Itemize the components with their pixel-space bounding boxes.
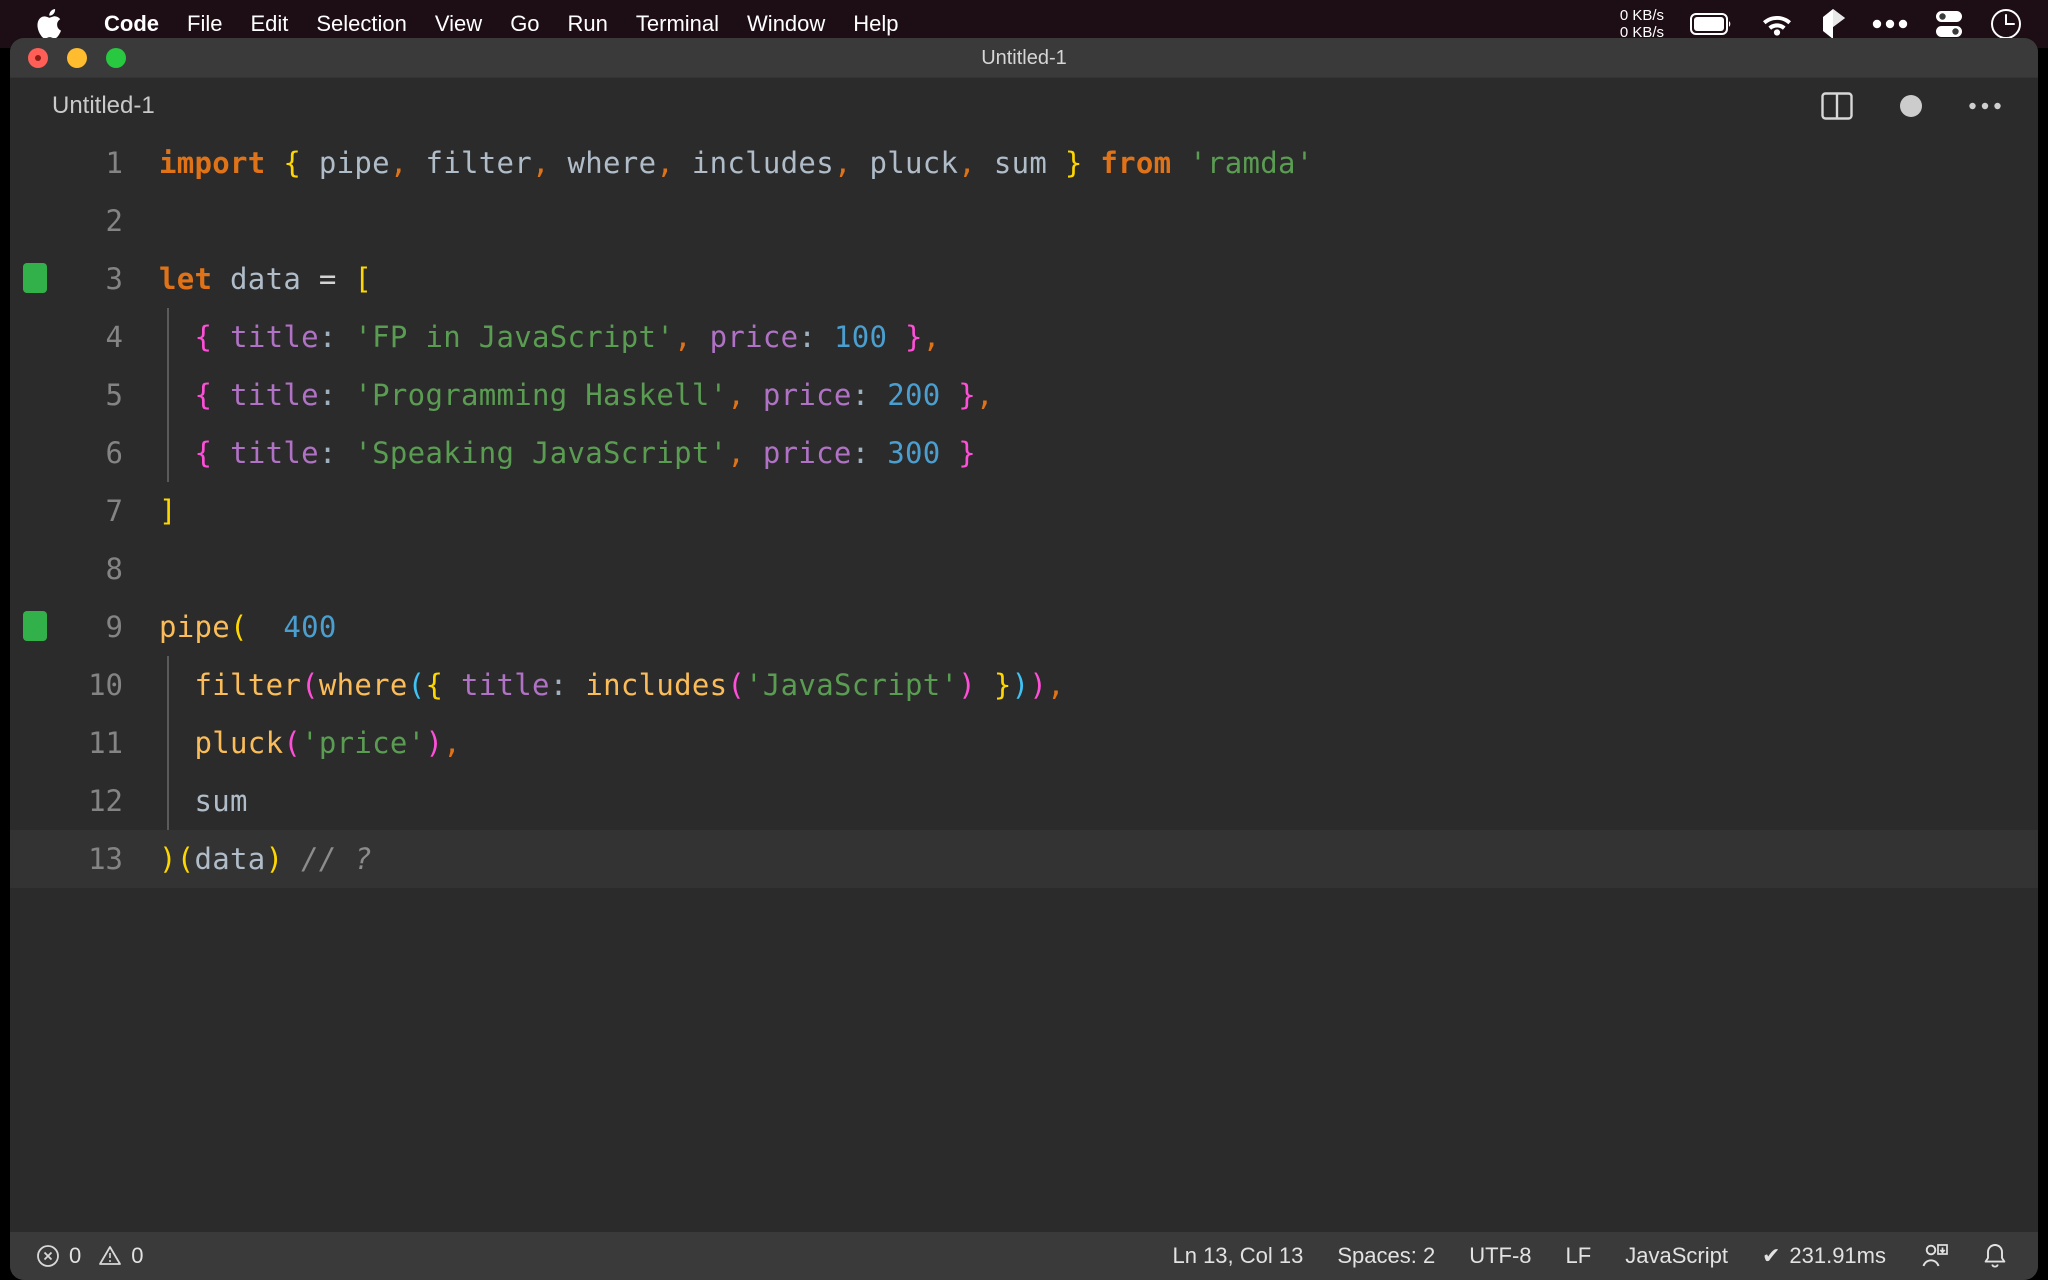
indent-guide [167, 366, 169, 424]
editor-tab-untitled-1[interactable]: Untitled-1 [10, 78, 185, 134]
code-line-4[interactable]: 4 { title: 'FP in JavaScript', price: 10… [10, 308, 2038, 366]
indent-guide [167, 424, 169, 482]
clock-icon[interactable] [1990, 8, 2022, 40]
indent-guide [167, 656, 169, 714]
code-line-1[interactable]: 1 import { pipe, filter, where, includes… [10, 134, 2038, 192]
vscode-window: Untitled-1 Untitled-1 1 import {pipe, f… [10, 38, 2038, 1280]
editor-tab-row: Untitled-1 [10, 78, 2038, 134]
code-line-content: ] [159, 494, 177, 528]
inlay-hint-result: 400 [283, 610, 337, 644]
code-line-content: let data = [ [159, 262, 373, 296]
split-editor-icon[interactable] [1820, 89, 1854, 123]
remote-account-icon[interactable] [1920, 1242, 1948, 1270]
code-line-5[interactable]: 5 { title: 'Programming Haskell', price:… [10, 366, 2038, 424]
apple-logo-icon[interactable] [36, 9, 62, 39]
editor-tab-label: Untitled-1 [52, 92, 155, 119]
cursor-position[interactable]: Ln 13, Col 13 [1172, 1243, 1303, 1269]
code-line-content: filter(where({ title: includes('JavaScri… [194, 668, 1065, 702]
error-circle-icon [37, 1245, 59, 1267]
quokka-duration: 231.91ms [1789, 1243, 1886, 1268]
dropbox-icon[interactable] [1820, 9, 1846, 39]
indent-guide [167, 714, 169, 772]
code-line-content: { title: 'Speaking JavaScript', price: 3… [194, 436, 977, 470]
line-number: 12 [88, 784, 123, 818]
code-line-7[interactable]: 7 ] [10, 482, 2038, 540]
code-line-6[interactable]: 6 { title: 'Speaking JavaScript', price:… [10, 424, 2038, 482]
line-number: 2 [105, 204, 123, 238]
quokka-runtime[interactable]: ✔ 231.91ms [1762, 1243, 1886, 1269]
status-bar-left: 0 0 [10, 1243, 144, 1269]
error-count: 0 [69, 1243, 82, 1268]
code-line-content: )(data) // ? [159, 842, 373, 876]
encoding-setting[interactable]: UTF-8 [1469, 1243, 1531, 1269]
line-number: 1 [105, 146, 123, 180]
code-line-content: sum [194, 784, 248, 818]
git-change-marker [23, 263, 47, 293]
code-line-2[interactable]: 2 [10, 192, 2038, 250]
indent-guide [167, 308, 169, 366]
code-line-content: { title: 'FP in JavaScript', price: 100 … [194, 320, 941, 354]
notifications-bell-icon[interactable] [1982, 1242, 2008, 1270]
code-line-11[interactable]: 11 pluck('price'), [10, 714, 2038, 772]
code-line-content: import { pipe, filter, where, includes, … [159, 146, 1314, 180]
network-upload-speed: 0 KB/s [1619, 7, 1664, 24]
network-speed-indicator[interactable]: 0 KB/s 0 KB/s [1620, 7, 1664, 41]
git-change-marker [23, 611, 47, 641]
line-number: 5 [105, 378, 123, 412]
code-line-10[interactable]: 10 filter(where({ title: includes('JavaS… [10, 656, 2038, 714]
code-line-13[interactable]: 13 )(data) // ? [10, 830, 2038, 888]
line-number: 7 [105, 494, 123, 528]
wifi-icon[interactable] [1760, 12, 1794, 36]
window-traffic-lights [28, 47, 126, 68]
code-line-content: { title: 'Programming Haskell', price: 2… [194, 378, 994, 412]
close-button[interactable] [28, 47, 48, 68]
code-line-8[interactable]: 8 [10, 540, 2038, 598]
window-title: Untitled-1 [981, 47, 1067, 69]
line-ending-setting[interactable]: LF [1566, 1243, 1592, 1269]
maximize-button[interactable] [106, 47, 126, 68]
line-number: 11 [88, 726, 123, 760]
unsaved-dot-icon[interactable] [1900, 95, 1922, 117]
minimize-button[interactable] [67, 47, 87, 68]
line-number: 4 [105, 320, 123, 354]
status-bar: 0 0 Ln 13, Col 13 Spaces: 2 UTF-8 LF Jav… [10, 1232, 2038, 1280]
editor-actions-group [1820, 89, 2038, 123]
warning-triangle-icon [99, 1246, 122, 1265]
code-editor-area[interactable]: 1 import { pipe, filter, where, includes… [10, 134, 2038, 1232]
line-number: 6 [105, 436, 123, 470]
control-center-icon[interactable] [1934, 10, 1964, 38]
ellipsis-icon[interactable] [1872, 19, 1908, 29]
line-number: 13 [88, 842, 123, 876]
language-mode[interactable]: JavaScript [1625, 1243, 1728, 1269]
line-number: 10 [88, 668, 123, 702]
status-bar-right: Ln 13, Col 13 Spaces: 2 UTF-8 LF JavaScr… [1172, 1242, 2038, 1270]
more-actions-icon[interactable] [1968, 101, 2002, 111]
code-line-3[interactable]: 3 let data = [ [10, 250, 2038, 308]
battery-icon[interactable] [1690, 13, 1734, 35]
quokka-check-icon: ✔ [1761, 1243, 1781, 1268]
indentation-setting[interactable]: Spaces: 2 [1337, 1243, 1435, 1269]
indent-guide [167, 772, 169, 830]
line-number: 8 [105, 552, 123, 586]
problems-indicator[interactable]: 0 0 [36, 1243, 144, 1269]
code-line-12[interactable]: 12 sum [10, 772, 2038, 830]
window-titlebar: Untitled-1 [10, 38, 2038, 78]
code-line-content: pipe( 400 [159, 610, 337, 644]
code-line-9[interactable]: 9 pipe( 400 [10, 598, 2038, 656]
code-line-content: pluck('price'), [194, 726, 461, 760]
warning-count: 0 [131, 1243, 144, 1268]
